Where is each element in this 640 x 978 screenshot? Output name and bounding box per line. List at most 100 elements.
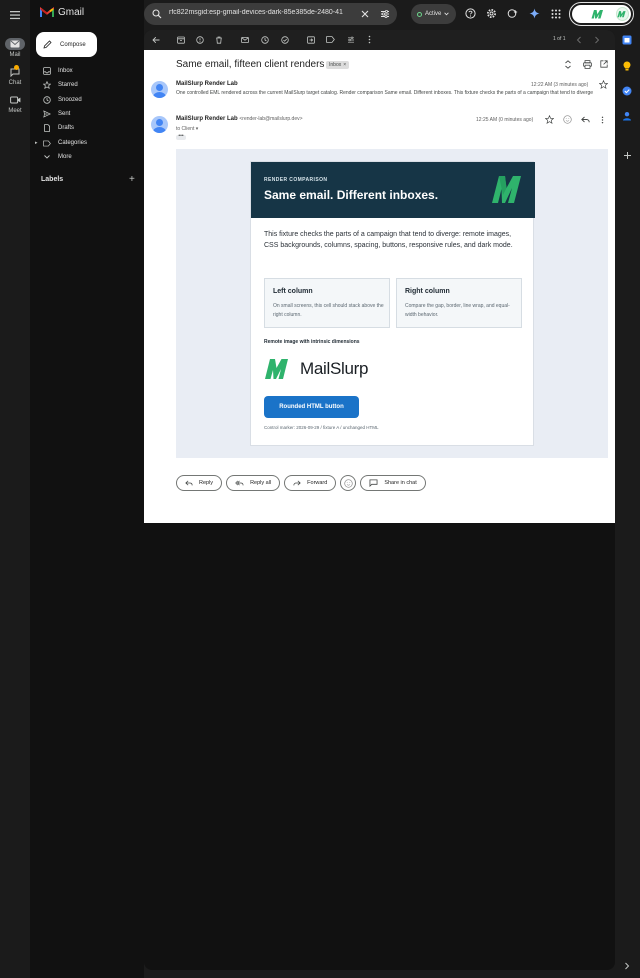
settings-gear-icon[interactable] xyxy=(485,7,498,20)
show-trimmed-content-button[interactable]: ••• xyxy=(176,134,186,140)
add-task-icon[interactable] xyxy=(280,35,289,44)
open-sender-name: MailSlurp Render Lab xyxy=(176,116,238,122)
star-icon[interactable] xyxy=(599,80,608,89)
send-icon xyxy=(43,110,51,118)
archive-icon[interactable] xyxy=(176,35,185,44)
nav-sent[interactable]: Sent xyxy=(30,108,144,120)
more-vert-icon[interactable] xyxy=(365,35,374,44)
chevron-down-icon xyxy=(43,153,51,161)
reply-icon[interactable] xyxy=(581,116,590,123)
right-column-body: Compare the gap, border, line wrap, and … xyxy=(405,303,510,318)
reply-all-label: Reply all xyxy=(250,480,272,486)
rail-chat[interactable]: Chat xyxy=(0,65,30,86)
reply-all-button[interactable]: Reply all xyxy=(226,475,281,491)
nav-inbox[interactable]: Inbox xyxy=(30,65,144,77)
print-icon[interactable] xyxy=(583,60,592,69)
nav-inbox-label: Inbox xyxy=(58,68,73,74)
compose-button[interactable]: Compose xyxy=(36,32,97,57)
filter-icon[interactable] xyxy=(346,35,355,44)
search-icon[interactable] xyxy=(152,9,162,19)
mark-unread-icon[interactable] xyxy=(240,35,249,44)
cta-button[interactable]: Rounded HTML button xyxy=(264,396,359,418)
remove-label-icon[interactable]: × xyxy=(343,62,346,68)
help-icon[interactable] xyxy=(464,7,477,20)
apps-grid-icon[interactable] xyxy=(549,7,562,20)
search-bar[interactable]: rfc822msgid:esp-gmail-devices-dark-85e38… xyxy=(144,3,397,25)
nav-more[interactable]: More xyxy=(30,151,144,163)
add-label-icon[interactable]: + xyxy=(129,175,135,185)
nav-sent-label: Sent xyxy=(58,111,71,117)
star-icon[interactable] xyxy=(545,115,554,124)
account-switcher[interactable] xyxy=(569,2,634,26)
back-arrow-icon[interactable] xyxy=(151,35,160,44)
logo-wordmark: MailSlurp xyxy=(300,359,369,378)
brand-mark-icon xyxy=(491,173,523,205)
report-spam-icon[interactable] xyxy=(195,35,204,44)
reply-label: Reply xyxy=(199,480,214,486)
rail-mail[interactable]: Mail xyxy=(0,38,30,58)
caret-right-icon[interactable]: ▸ xyxy=(35,140,38,146)
status-chip[interactable]: Active xyxy=(411,4,456,24)
nav-snoozed[interactable]: Snoozed xyxy=(30,94,144,106)
compose-label: Compose xyxy=(60,41,86,48)
collapsed-sender-name[interactable]: MailSlurp Render Lab xyxy=(176,81,238,87)
newer-chevron-icon[interactable] xyxy=(592,35,601,44)
mailslurp-m-icon xyxy=(265,359,288,379)
nav-starred[interactable]: Starred xyxy=(30,79,144,91)
gemini-sparkle-icon[interactable] xyxy=(528,7,541,20)
search-options-icon[interactable] xyxy=(380,9,390,19)
right-column-title: Right column xyxy=(405,288,450,295)
calendar-icon[interactable] xyxy=(621,34,633,46)
inbox-label-chip[interactable]: Inbox × xyxy=(326,61,350,69)
pencil-icon xyxy=(43,40,52,49)
avatar[interactable] xyxy=(615,7,629,21)
forward-button[interactable]: Forward xyxy=(284,475,337,491)
label-as-icon[interactable] xyxy=(326,35,335,44)
image-caption: Remote image with intrinsic dimensions xyxy=(264,339,360,345)
chevron-down-icon xyxy=(444,12,450,16)
main-menu-icon[interactable] xyxy=(8,8,22,22)
move-to-icon[interactable] xyxy=(306,35,315,44)
message-view: 1 of 1 Same email, fifteen client render… xyxy=(144,30,615,970)
collapsed-snippet[interactable]: One controlled EML rendered across the c… xyxy=(176,90,594,96)
older-chevron-icon[interactable] xyxy=(574,35,583,44)
sender-avatar[interactable] xyxy=(151,81,168,98)
labels-heading: Labels xyxy=(41,176,64,183)
emoji-reaction-button[interactable] xyxy=(340,475,357,491)
email-kicker: RENDER COMPARISON xyxy=(264,177,328,183)
email-headline: Same email. Different inboxes. xyxy=(264,188,439,202)
status-dot-icon xyxy=(417,11,422,17)
show-side-panel-icon[interactable] xyxy=(621,960,633,972)
recipient-text: to Client xyxy=(176,126,195,132)
share-in-chat-button[interactable]: Share in chat xyxy=(360,475,426,491)
contacts-icon[interactable] xyxy=(621,110,633,122)
nav-categories[interactable]: ▸ Categories xyxy=(30,137,144,149)
open-sender[interactable]: MailSlurp Render Lab <render-lab@mailslu… xyxy=(176,116,303,122)
open-in-new-window-icon[interactable] xyxy=(600,60,608,68)
add-addon-icon[interactable] xyxy=(621,149,633,161)
tasks-icon[interactable] xyxy=(621,85,633,97)
keep-icon[interactable] xyxy=(621,60,633,72)
snooze-icon[interactable] xyxy=(260,35,269,44)
reply-button[interactable]: Reply xyxy=(176,475,223,491)
left-column-card: Left column On small screens, this cell … xyxy=(264,278,390,328)
chat-icon xyxy=(5,65,25,78)
nav-drafts[interactable]: Drafts xyxy=(30,122,144,134)
forward-icon xyxy=(293,480,301,486)
recipient-line[interactable]: to Client ▾ xyxy=(176,126,198,132)
search-input[interactable]: rfc822msgid:esp-gmail-devices-dark-85e38… xyxy=(169,9,359,16)
expand-all-icon[interactable] xyxy=(564,60,572,69)
rail-meet[interactable]: Meet xyxy=(0,94,30,114)
more-vert-icon[interactable] xyxy=(601,116,604,124)
gmail-logo[interactable]: Gmail xyxy=(40,7,84,18)
emoji-reaction-icon[interactable] xyxy=(563,115,572,124)
delete-icon[interactable] xyxy=(214,35,223,44)
gemini-settings-icon[interactable] xyxy=(506,7,519,20)
nav-starred-label: Starred xyxy=(58,82,78,88)
clear-search-icon[interactable] xyxy=(361,10,369,18)
sender-avatar[interactable] xyxy=(151,116,168,133)
status-label: Active xyxy=(425,11,442,17)
control-marker: Control marker: 2026-09-29 / fixture A /… xyxy=(264,425,379,430)
chat-icon xyxy=(369,479,378,487)
chevron-down-icon[interactable]: ▾ xyxy=(196,126,199,132)
